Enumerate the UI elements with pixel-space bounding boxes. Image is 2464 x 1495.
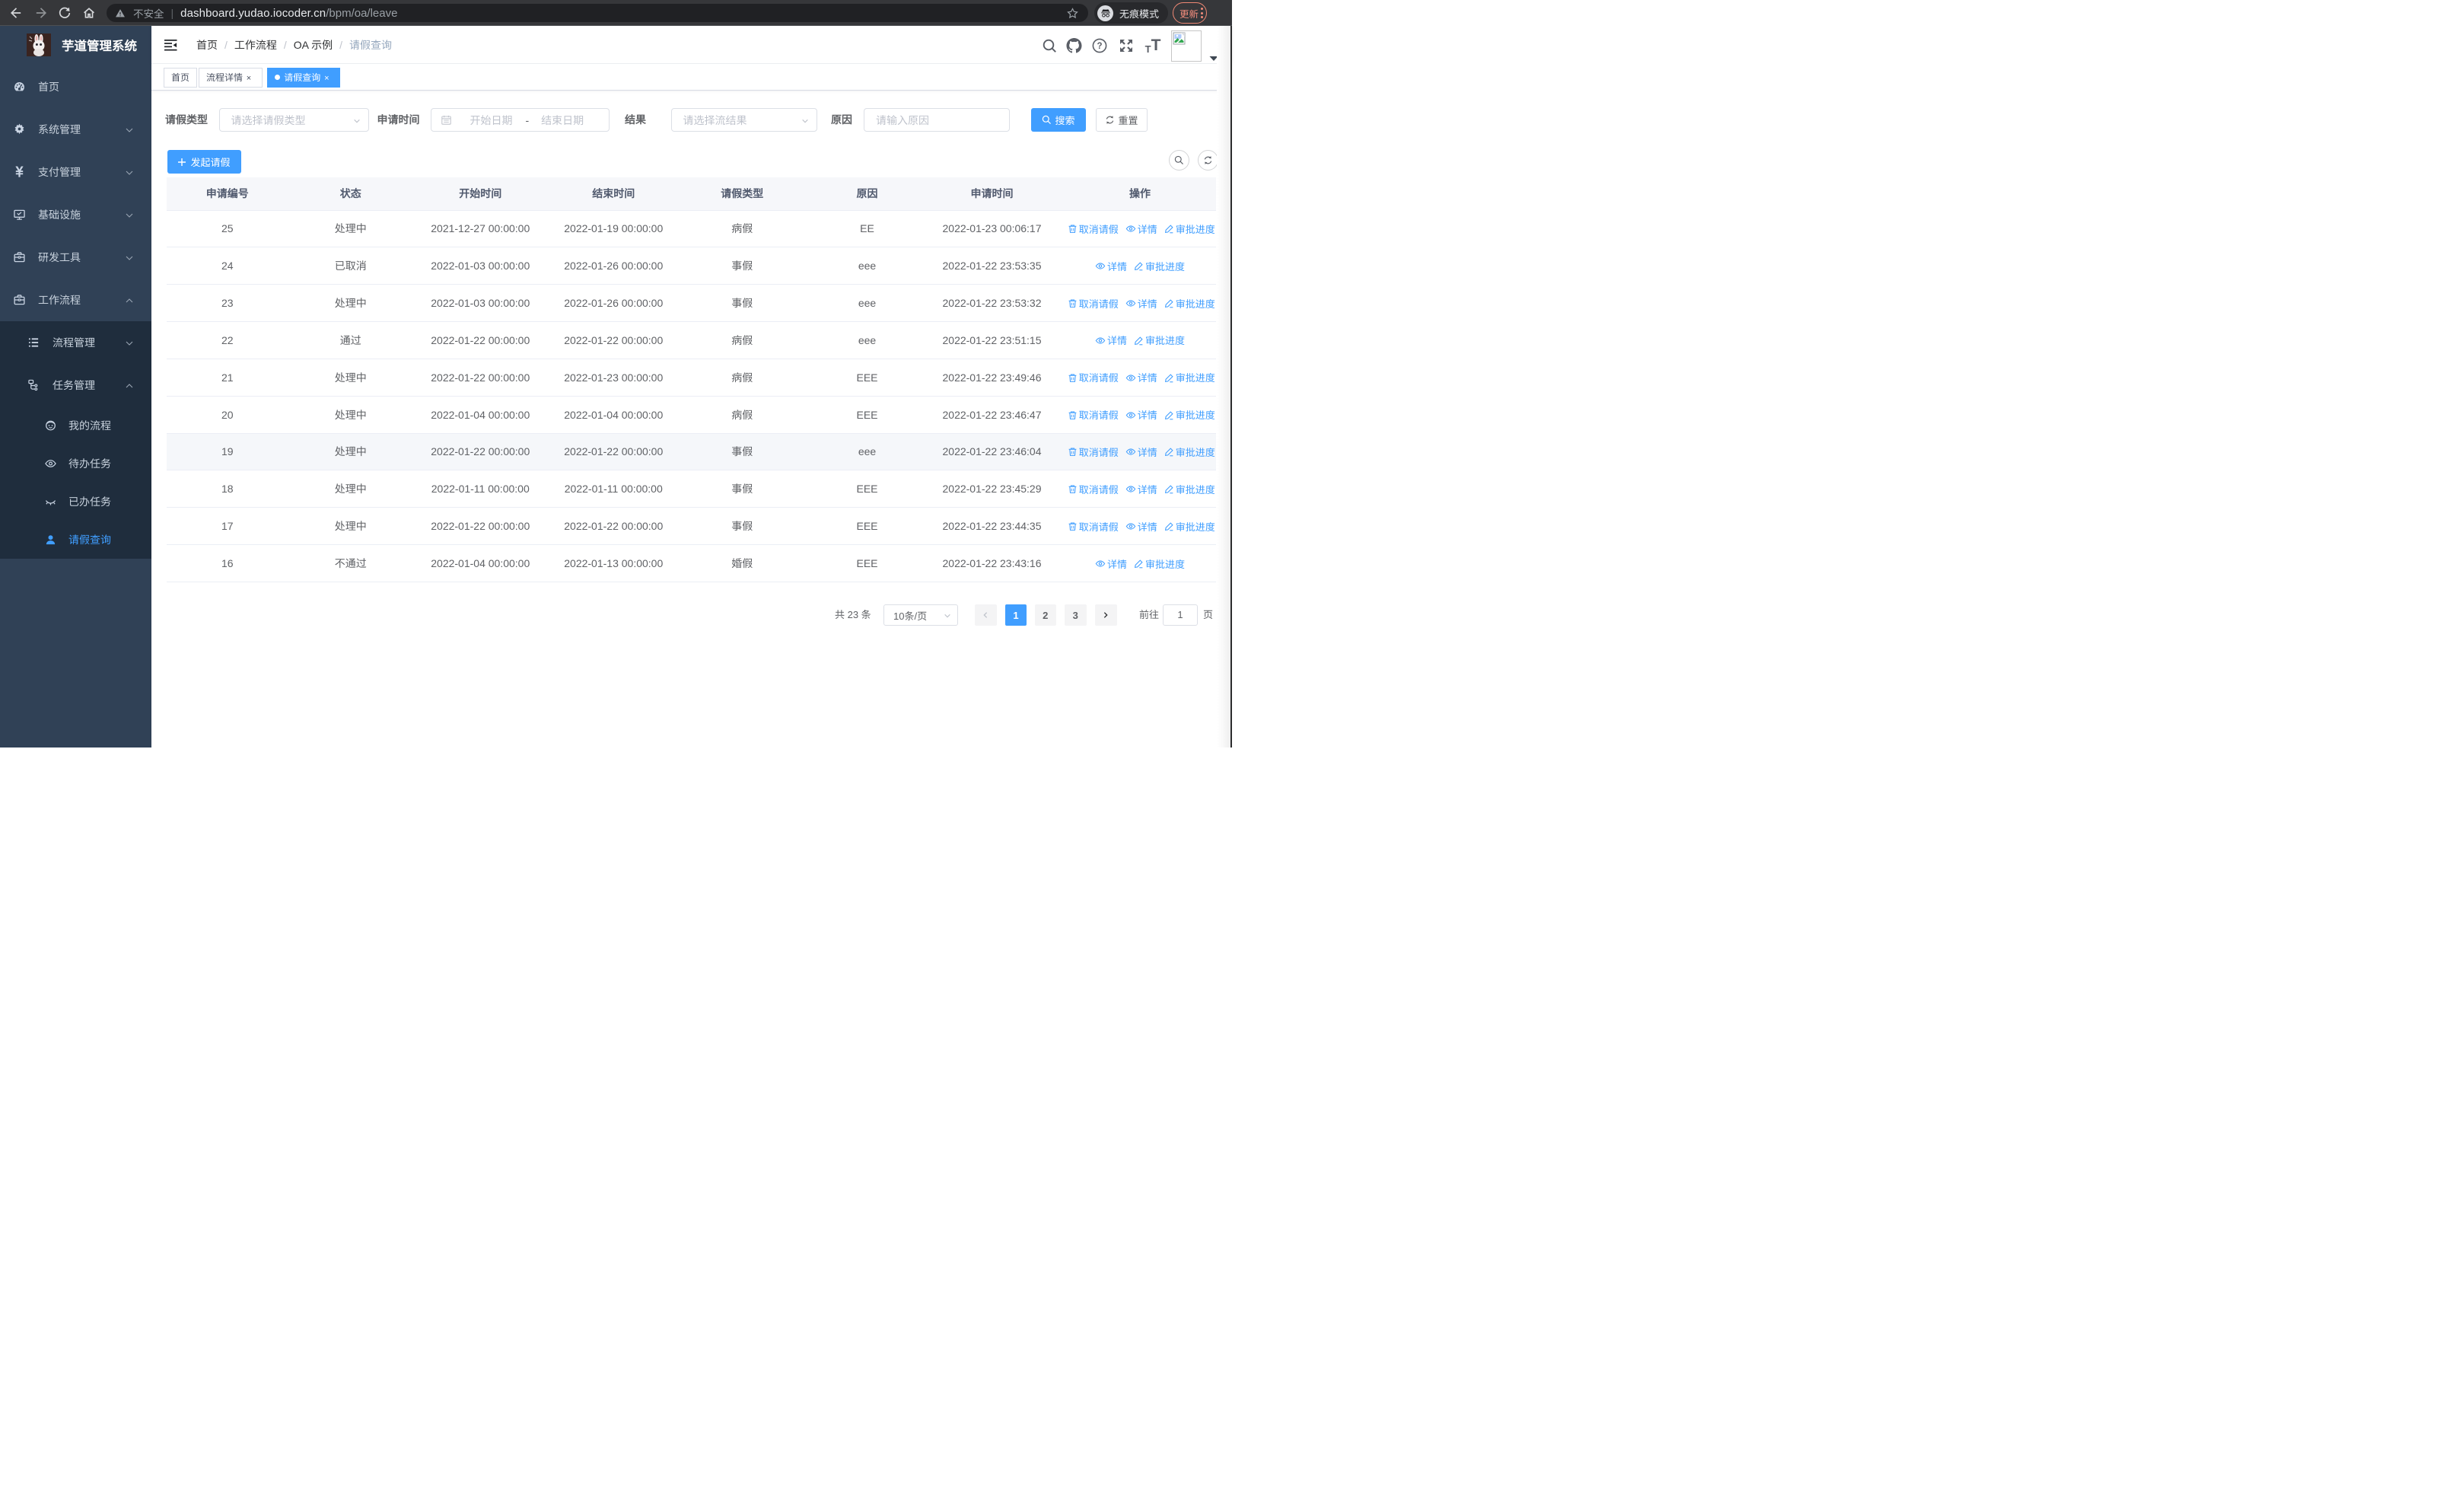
svg-text:?: ?	[1097, 42, 1102, 51]
